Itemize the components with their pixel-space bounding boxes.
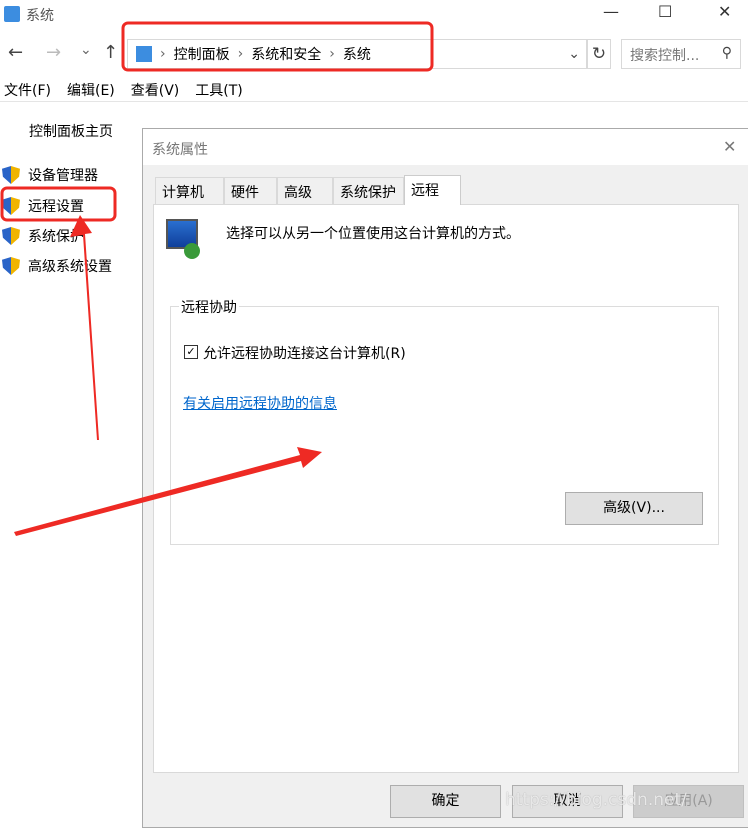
annotation-arrow-up [70, 215, 99, 440]
annotation-overlay [0, 21, 434, 536]
annotation-arrow-right [14, 447, 322, 536]
annotation-box-address [121, 21, 434, 72]
tab-remote[interactable]: 远程 [404, 175, 461, 205]
annotation-box-remote-settings [0, 186, 117, 222]
